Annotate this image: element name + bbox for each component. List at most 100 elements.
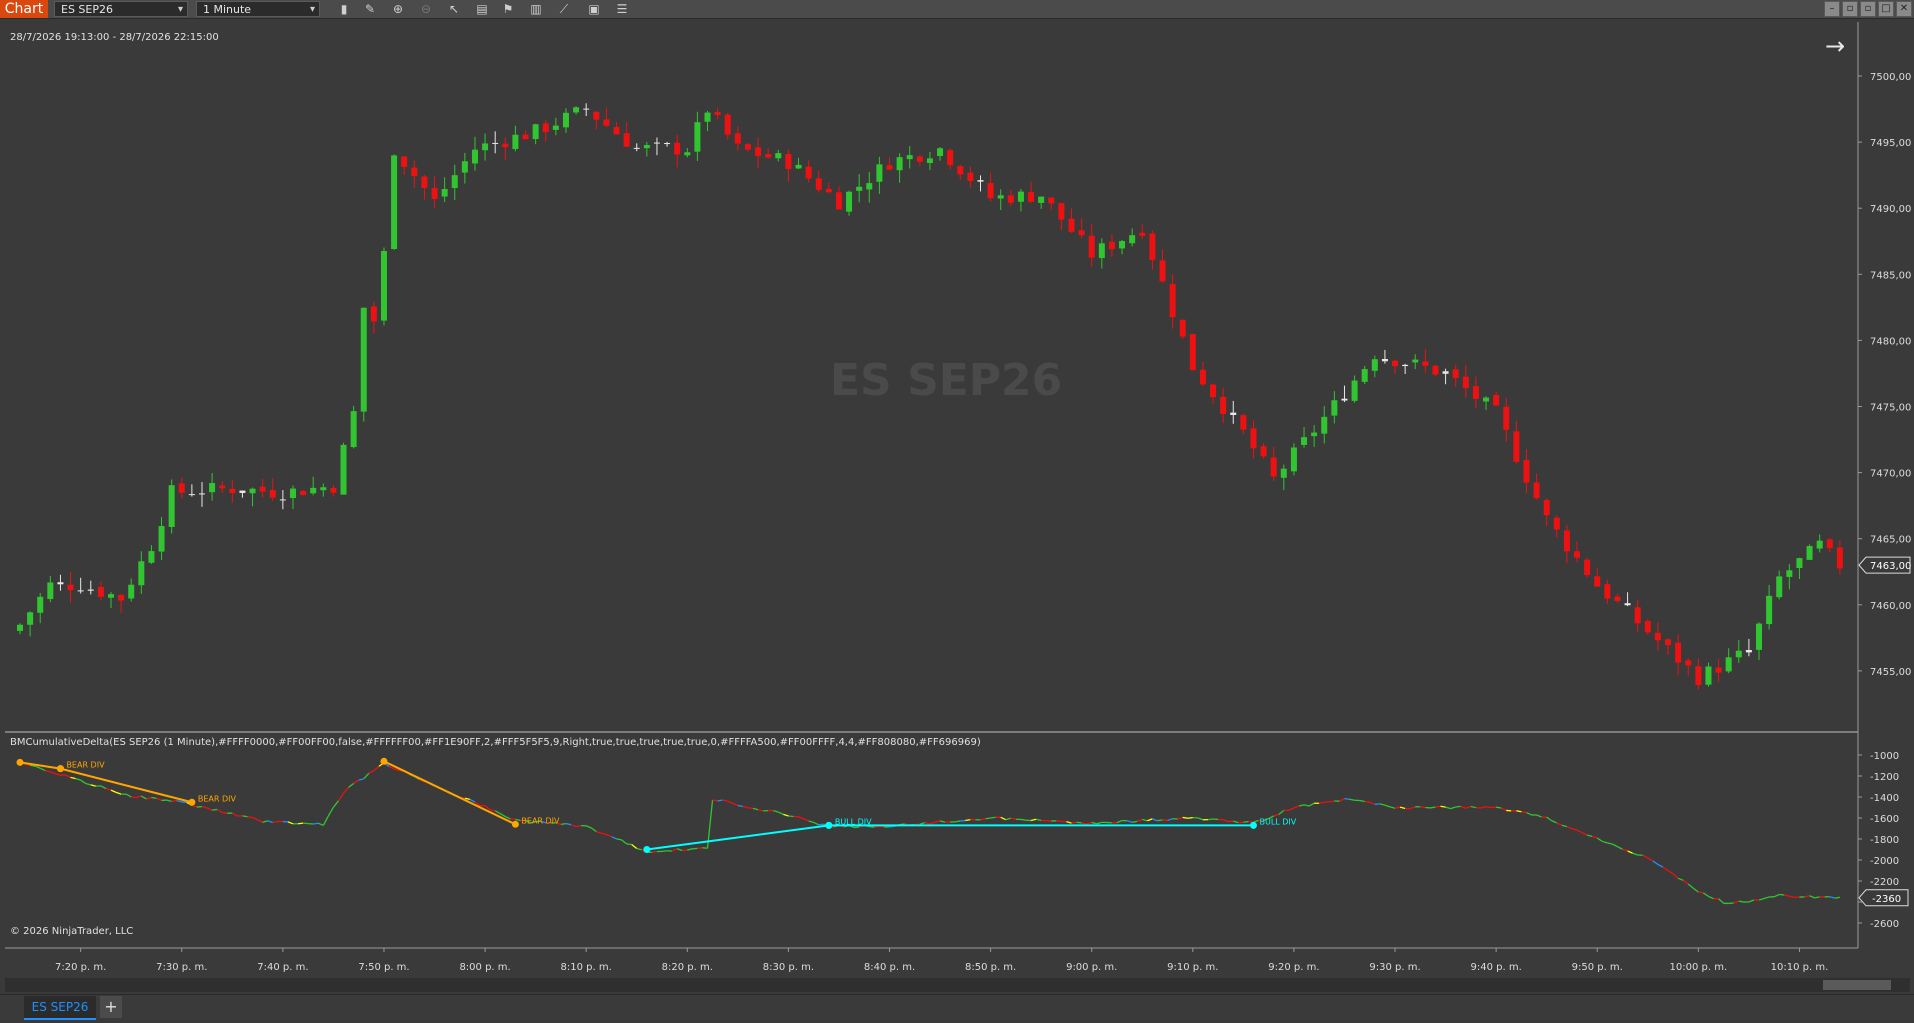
candle-body	[1250, 428, 1256, 448]
candle-body	[614, 127, 620, 134]
delta-segment	[1602, 841, 1607, 843]
candle-body	[108, 594, 114, 598]
delta-segment	[1719, 899, 1724, 904]
candle-body	[462, 161, 468, 172]
indicator-tick-label: -2000	[1870, 856, 1899, 867]
candle-body	[1463, 377, 1469, 388]
price-tick-label: 7490,00	[1870, 204, 1911, 215]
candle-body	[1170, 284, 1176, 317]
candle-body	[715, 112, 721, 115]
delta-segment	[364, 773, 369, 778]
current-price-label: 7463,00	[1870, 561, 1911, 572]
candle-body	[1382, 359, 1388, 361]
candle-body	[1281, 469, 1287, 478]
candle-body	[310, 488, 316, 493]
scrollbar-thumb[interactable]	[1823, 980, 1891, 990]
delta-segment	[1339, 799, 1344, 802]
candle-body	[533, 124, 539, 139]
price-chart[interactable]: 7500,007495,007490,007485,007480,007475,…	[0, 0, 1914, 1022]
candle-body	[27, 612, 33, 624]
candle-body	[1068, 219, 1074, 232]
price-tick-label: 7480,00	[1870, 336, 1911, 347]
candle-body	[725, 115, 731, 135]
candle-body	[1513, 431, 1519, 462]
candle-body	[1675, 643, 1681, 663]
delta-segment	[965, 820, 970, 821]
delta-segment	[1628, 851, 1633, 853]
candle-body	[1544, 500, 1550, 515]
delta-segment	[1678, 878, 1683, 880]
candle-body	[452, 175, 458, 188]
instrument-watermark: ES SEP26	[830, 355, 1062, 406]
delta-segment	[495, 811, 500, 814]
price-tick-label: 7465,00	[1870, 535, 1911, 546]
candle-body	[1392, 361, 1398, 366]
time-tick-label: 7:20 p. m.	[55, 962, 106, 973]
delta-segment	[91, 785, 96, 786]
candle-body	[1230, 413, 1236, 415]
candle-body	[341, 445, 347, 495]
candle-body	[1776, 576, 1782, 597]
delta-segment	[369, 770, 374, 773]
candle-body	[1574, 551, 1580, 557]
candle-body	[1291, 448, 1297, 472]
delta-segment	[986, 818, 991, 819]
candle-body	[1584, 560, 1590, 575]
candle-body	[1271, 457, 1277, 476]
candle-body	[1604, 584, 1610, 598]
candle-body	[1008, 195, 1014, 203]
delta-segment	[1607, 843, 1612, 844]
delta-segment	[242, 816, 247, 817]
delta-segment	[627, 844, 632, 845]
bear-div-3-start-dot	[380, 758, 387, 765]
delta-segment	[1132, 821, 1137, 822]
delta-segment	[687, 849, 692, 850]
indicator-tick-label: -1800	[1870, 835, 1899, 846]
delta-segment	[374, 766, 379, 770]
candle-body	[917, 156, 923, 161]
delta-segment	[222, 813, 227, 814]
delta-segment	[773, 811, 778, 813]
candle-body	[755, 147, 761, 156]
delta-segment	[500, 814, 505, 817]
candle-body	[735, 133, 741, 143]
candle-body	[1139, 233, 1145, 236]
add-tab-button[interactable]: +	[100, 996, 122, 1018]
delta-segment	[1198, 818, 1203, 820]
candle-body	[1685, 660, 1691, 665]
price-tick-label: 7475,00	[1870, 403, 1911, 414]
candle-body	[1695, 666, 1701, 685]
candle-body	[219, 486, 225, 489]
delta-segment	[723, 800, 728, 801]
candle-body	[1443, 371, 1449, 374]
horizontal-scrollbar[interactable]	[5, 978, 1910, 992]
candle-body	[603, 119, 609, 125]
candle-body	[300, 491, 306, 495]
candle-body	[856, 187, 862, 191]
delta-segment	[1456, 806, 1461, 807]
delta-segment	[323, 816, 328, 826]
candle-body	[1372, 359, 1378, 371]
time-tick-label: 8:50 p. m.	[965, 962, 1016, 973]
delta-segment	[212, 809, 217, 810]
delta-segment	[1623, 849, 1628, 851]
delta-segment	[1789, 896, 1794, 897]
candle-body	[1817, 541, 1823, 549]
delta-segment	[45, 771, 50, 772]
delta-segment	[71, 777, 76, 778]
candle-body	[1796, 558, 1802, 568]
delta-segment	[1294, 806, 1299, 808]
tab-es-sep26[interactable]: ES SEP26	[24, 996, 96, 1020]
candle-body	[1746, 650, 1752, 652]
bear-div-2-line	[60, 769, 191, 803]
delta-segment	[672, 849, 677, 851]
candle-body	[745, 144, 751, 149]
scroll-to-latest-icon[interactable]: →	[1825, 32, 1845, 60]
time-tick-label: 8:00 p. m.	[459, 962, 510, 973]
delta-segment	[258, 820, 263, 823]
delta-segment	[819, 824, 824, 825]
candle-body	[1362, 369, 1368, 382]
delta-segment	[662, 851, 667, 852]
candle-body	[88, 590, 94, 591]
indicator-tick-label: -1400	[1870, 793, 1899, 804]
